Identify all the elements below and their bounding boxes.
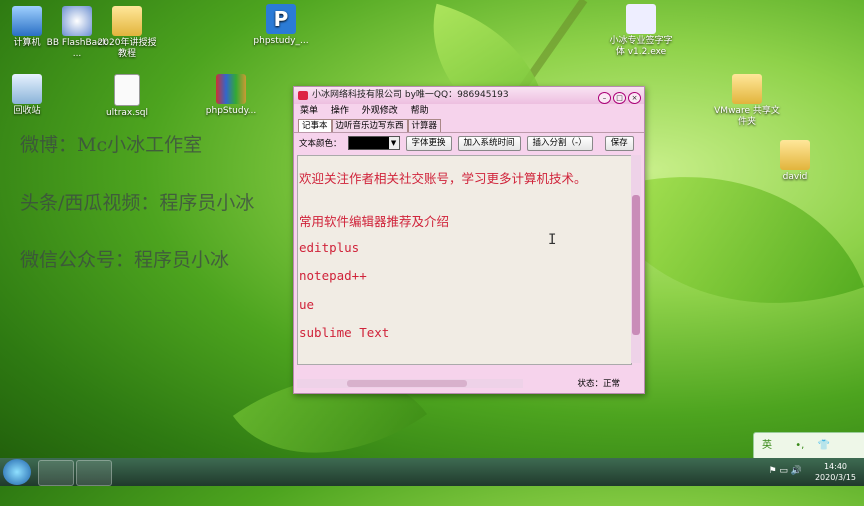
- overlay-wechat: 微信公众号：程序员小冰: [20, 249, 230, 271]
- menu-bar: 菜单 操作 外观修改 帮助: [294, 104, 644, 119]
- status-text: 状态：正常: [577, 379, 620, 389]
- punctuation-icon[interactable]: •,: [795, 440, 804, 451]
- desktop-icon-phpstudy-archive[interactable]: phpStudy...: [198, 74, 264, 117]
- tab-calculator[interactable]: 计算器: [407, 119, 442, 132]
- window-titlebar[interactable]: 小冰网络科技有限公司 by唯一QQ：986945193 – □ ×: [294, 87, 644, 104]
- recycle-bin-icon: [12, 74, 42, 104]
- minimize-button[interactable]: –: [598, 92, 611, 104]
- phpstudy-icon: P: [266, 4, 296, 34]
- ime-language[interactable]: 英: [762, 440, 772, 451]
- app-icon: [298, 91, 308, 100]
- editor-line: sublime Text: [299, 325, 390, 340]
- maximize-button[interactable]: □: [613, 92, 626, 104]
- desktop-icon-signature-tool[interactable]: 小冰专业签字字体 v1.2.exe: [608, 4, 674, 58]
- start-button[interactable]: [3, 459, 31, 485]
- chevron-down-icon: ▼: [388, 137, 399, 149]
- text-editor[interactable]: 欢迎关注作者相关社交账号，学习更多计算机技术。 常用软件编辑器推荐及介绍 edi…: [297, 155, 632, 365]
- tab-strip: 记事本 边听音乐边写东西 计算器: [294, 119, 644, 132]
- menu-item-menu[interactable]: 菜单: [300, 106, 318, 116]
- folder-icon: [780, 140, 810, 170]
- editor-line: ue: [299, 297, 315, 312]
- clock[interactable]: 14:40 2020/3/15: [815, 461, 856, 483]
- desktop-icon-recycle-bin[interactable]: 回收站: [0, 74, 60, 117]
- menu-item-help[interactable]: 帮助: [411, 106, 429, 116]
- system-tray-icons[interactable]: ⚑ ▭ 🔊: [769, 466, 803, 476]
- editor-line: editplus: [299, 240, 360, 255]
- taskbar-app-browser[interactable]: [38, 460, 74, 486]
- vertical-scrollbar[interactable]: [631, 155, 641, 363]
- clock-time: 14:40: [823, 462, 848, 471]
- folder-icon: [112, 6, 142, 36]
- skin-icon[interactable]: 👕: [817, 440, 829, 451]
- horizontal-scrollbar[interactable]: [297, 379, 523, 388]
- menu-item-operate[interactable]: 操作: [331, 106, 349, 116]
- tab-notepad[interactable]: 记事本: [298, 119, 332, 132]
- desktop-icon-vmware-share[interactable]: VMware 共享文件夹: [714, 74, 780, 128]
- ime-toolbar[interactable]: 英 •, 👕: [753, 432, 864, 460]
- desktop-icon-folder-2020[interactable]: 2020年讲授授教程: [94, 6, 160, 60]
- save-button[interactable]: 保存: [604, 135, 634, 151]
- scrollbar-thumb[interactable]: [632, 195, 640, 335]
- tab-music[interactable]: 边听音乐边写东西: [331, 119, 408, 132]
- desktop-icon-david[interactable]: david: [762, 140, 828, 183]
- insert-divider-button[interactable]: 插入分割（-）: [526, 135, 593, 151]
- scrollbar-thumb[interactable]: [347, 380, 467, 387]
- overlay-weibo: 微博：Mc小冰工作室: [20, 134, 203, 156]
- text-color-label: 文本颜色：: [299, 139, 342, 149]
- flashback-icon: [62, 6, 92, 36]
- editor-line: notepad++: [299, 268, 367, 283]
- editor-line: 欢迎关注作者相关社交账号，学习更多计算机技术。: [299, 171, 587, 186]
- font-change-button[interactable]: 字体更换: [405, 135, 452, 151]
- archive-icon: [216, 74, 246, 104]
- desktop-icon-phpstudy-shortcut[interactable]: Pphpstudy_...: [248, 4, 314, 47]
- notepad-window: 小冰网络科技有限公司 by唯一QQ：986945193 – □ × 菜单 操作 外观…: [293, 86, 645, 394]
- clock-date: 2020/3/15: [814, 473, 856, 482]
- insert-time-button[interactable]: 加入系统时间: [457, 135, 521, 151]
- file-icon: [114, 74, 140, 106]
- close-button[interactable]: ×: [628, 92, 641, 104]
- computer-icon: [12, 6, 42, 36]
- toolbar: 文本颜色： ▼ 字体更换 加入系统时间 插入分割（-） 保存: [294, 132, 644, 153]
- signature-icon: [626, 4, 656, 34]
- text-cursor-icon: I: [548, 232, 557, 248]
- taskbar: ⚑ ▭ 🔊 14:40 2020/3/15: [0, 458, 864, 486]
- taskbar-app-signature[interactable]: [76, 460, 112, 486]
- window-title: 小冰网络科技有限公司 by唯一QQ：986945193: [312, 90, 509, 100]
- editor-line: 常用软件编辑器推荐及介绍: [299, 214, 450, 229]
- desktop-icon-ultrax-sql[interactable]: ultrax.sql: [94, 74, 160, 119]
- overlay-toutiao: 头条/西瓜视频：程序员小冰: [20, 192, 255, 214]
- shared-folder-icon: [732, 74, 762, 104]
- menu-item-appearance[interactable]: 外观修改: [362, 106, 398, 116]
- text-color-select[interactable]: ▼: [347, 136, 400, 150]
